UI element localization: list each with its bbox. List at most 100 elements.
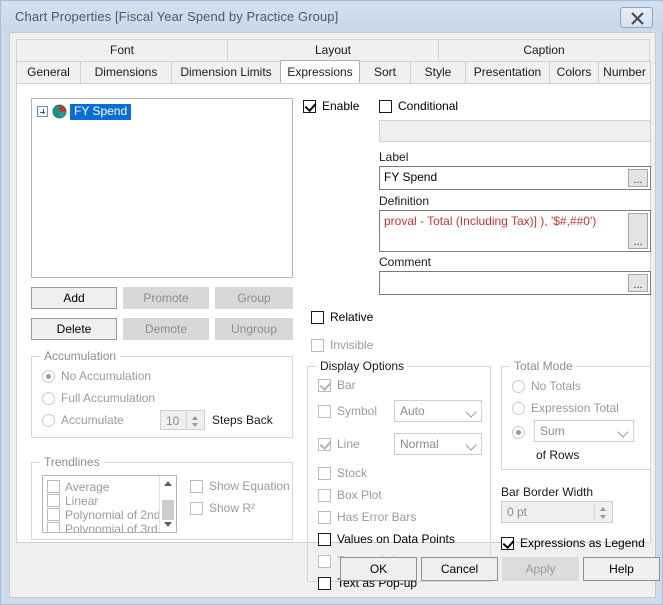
checkbox-label: Stock <box>337 466 368 480</box>
chevron-down-icon <box>617 426 629 438</box>
tree-item-fy-spend[interactable]: FY Spend <box>37 103 132 120</box>
cancel-button[interactable]: Cancel <box>421 557 498 581</box>
checkbox-icon[interactable] <box>303 99 316 113</box>
add-button[interactable]: Add <box>31 287 117 309</box>
help-button[interactable]: Help <box>583 557 660 581</box>
tab-font[interactable]: Font <box>16 39 228 61</box>
dialog-client-area: Font Layout Caption General Dimensions D… <box>9 32 660 598</box>
stepper-up-icon <box>595 503 611 512</box>
checkbox-relative[interactable]: Relative <box>311 310 373 324</box>
title-bar: Chart Properties [Fiscal Year Spend by P… <box>2 2 663 32</box>
stepper-buttons <box>594 503 611 521</box>
checkbox-icon[interactable] <box>47 494 60 507</box>
definition-caption: Definition <box>379 194 430 208</box>
window-title: Chart Properties [Fiscal Year Spend by P… <box>15 9 339 24</box>
chevron-down-icon <box>465 439 477 451</box>
scroll-down-icon[interactable] <box>164 522 172 527</box>
checkbox-icon <box>318 488 331 502</box>
definition-browse-button[interactable]: ... <box>628 213 648 249</box>
chevron-down-icon <box>465 406 477 418</box>
tab-expressions[interactable]: Expressions <box>280 60 360 83</box>
tab-number[interactable]: Number <box>598 61 651 83</box>
expand-icon[interactable] <box>37 106 48 117</box>
chart-properties-dialog: Chart Properties [Fiscal Year Spend by P… <box>0 0 663 605</box>
checkbox-values-on-data-points[interactable]: Values on Data Points <box>318 532 455 546</box>
close-icon[interactable] <box>620 7 653 28</box>
line-select[interactable]: Normal <box>394 433 482 455</box>
symbol-select-value: Auto <box>400 404 425 418</box>
checkbox-icon <box>190 479 203 493</box>
trendline-label: Linear <box>65 493 99 508</box>
group-button: Group <box>215 287 293 309</box>
tab-presentation[interactable]: Presentation <box>465 61 550 83</box>
comment-browse-button[interactable]: ... <box>628 274 648 292</box>
radio-expression-total: Expression Total <box>512 401 619 415</box>
checkbox-icon <box>318 466 331 480</box>
trendline-item-poly3[interactable]: Polynomial of 3rd de <box>47 521 174 532</box>
checkbox-label: Symbol <box>337 404 378 418</box>
expressions-panel: FY Spend Add Promote Group Delete Demote… <box>16 83 651 590</box>
trendline-item-average[interactable]: Average <box>47 479 109 494</box>
radio-icon <box>512 379 525 393</box>
tab-dimensions[interactable]: Dimensions <box>80 61 172 83</box>
radio-accumulate: Accumulate <box>42 413 124 427</box>
checkbox-icon <box>318 378 331 392</box>
display-options-group-title: Display Options <box>316 359 409 373</box>
checkbox-show-r2: Show R² <box>190 501 255 515</box>
tab-layout[interactable]: Layout <box>227 39 439 61</box>
checkbox-label: Bar <box>337 378 356 392</box>
checkbox-icon <box>318 404 331 418</box>
stepper-down-icon <box>187 420 203 428</box>
comment-input[interactable]: ... <box>379 271 651 295</box>
bar-border-width-stepper: 0 pt <box>501 501 613 523</box>
scrollbar-thumb[interactable] <box>162 500 174 520</box>
checkbox-icon <box>190 501 203 515</box>
checkbox-icon[interactable] <box>311 310 324 324</box>
definition-input[interactable]: proval - Total (Including Tax)] ), '$#,#… <box>379 210 651 252</box>
aggregation-select-value: Sum <box>540 424 565 438</box>
trendline-item-poly2[interactable]: Polynomial of 2nd d <box>47 507 170 522</box>
tab-row-upper: Font Layout Caption <box>16 39 650 61</box>
checkbox-icon[interactable] <box>318 532 331 546</box>
checkbox-icon[interactable] <box>47 522 60 532</box>
radio-icon <box>512 426 525 439</box>
stepper-down-icon <box>595 512 611 521</box>
radio-icon <box>42 369 55 383</box>
tab-general[interactable]: General <box>16 61 81 83</box>
total-mode-group-title: Total Mode <box>510 359 577 373</box>
checkbox-invisible: Invisible <box>311 338 373 352</box>
checkbox-enable[interactable]: Enable <box>303 99 359 113</box>
trendlines-scrollbar[interactable] <box>159 476 176 532</box>
tab-colors[interactable]: Colors <box>549 61 599 83</box>
checkbox-icon[interactable] <box>47 480 60 493</box>
bar-border-width-value: 0 pt <box>507 505 528 519</box>
checkbox-icon[interactable] <box>379 99 392 113</box>
trendlines-list[interactable]: Average Linear Polynomial of 2nd d Polyn… <box>42 475 177 533</box>
label-value: FY Spend <box>384 170 438 184</box>
of-rows-label: of Rows <box>536 448 580 462</box>
steps-back-stepper: 10 <box>160 410 205 430</box>
tab-style[interactable]: Style <box>410 61 466 83</box>
checkbox-icon[interactable] <box>47 508 60 521</box>
total-mode-group: Total Mode No Totals Expression Total Su… <box>501 359 651 470</box>
trendline-item-linear[interactable]: Linear <box>47 493 98 508</box>
radio-label: No Totals <box>531 379 581 393</box>
label-browse-button[interactable]: ... <box>628 169 648 187</box>
checkbox-box-plot: Box Plot <box>318 488 382 502</box>
tab-sort[interactable]: Sort <box>359 61 411 83</box>
tab-dimension-limits[interactable]: Dimension Limits <box>171 61 281 83</box>
expressions-tree[interactable]: FY Spend <box>31 98 293 278</box>
tab-row-lower: General Dimensions Dimension Limits Expr… <box>16 60 651 83</box>
delete-button[interactable]: Delete <box>31 318 117 340</box>
radio-label: Expression Total <box>531 401 619 415</box>
dialog-footer: OK Cancel Apply Help <box>10 545 660 597</box>
tab-caption[interactable]: Caption <box>438 39 650 61</box>
label-input[interactable]: FY Spend ... <box>379 166 651 190</box>
bar-border-width-caption: Bar Border Width <box>501 485 594 499</box>
checkbox-conditional[interactable]: Conditional <box>379 99 458 113</box>
scroll-up-icon[interactable] <box>164 481 172 486</box>
accumulation-group: Accumulation No Accumulation Full Accumu… <box>31 349 293 438</box>
aggregation-select[interactable]: Sum <box>534 420 634 442</box>
symbol-select[interactable]: Auto <box>394 400 482 422</box>
ok-button[interactable]: OK <box>340 557 417 581</box>
